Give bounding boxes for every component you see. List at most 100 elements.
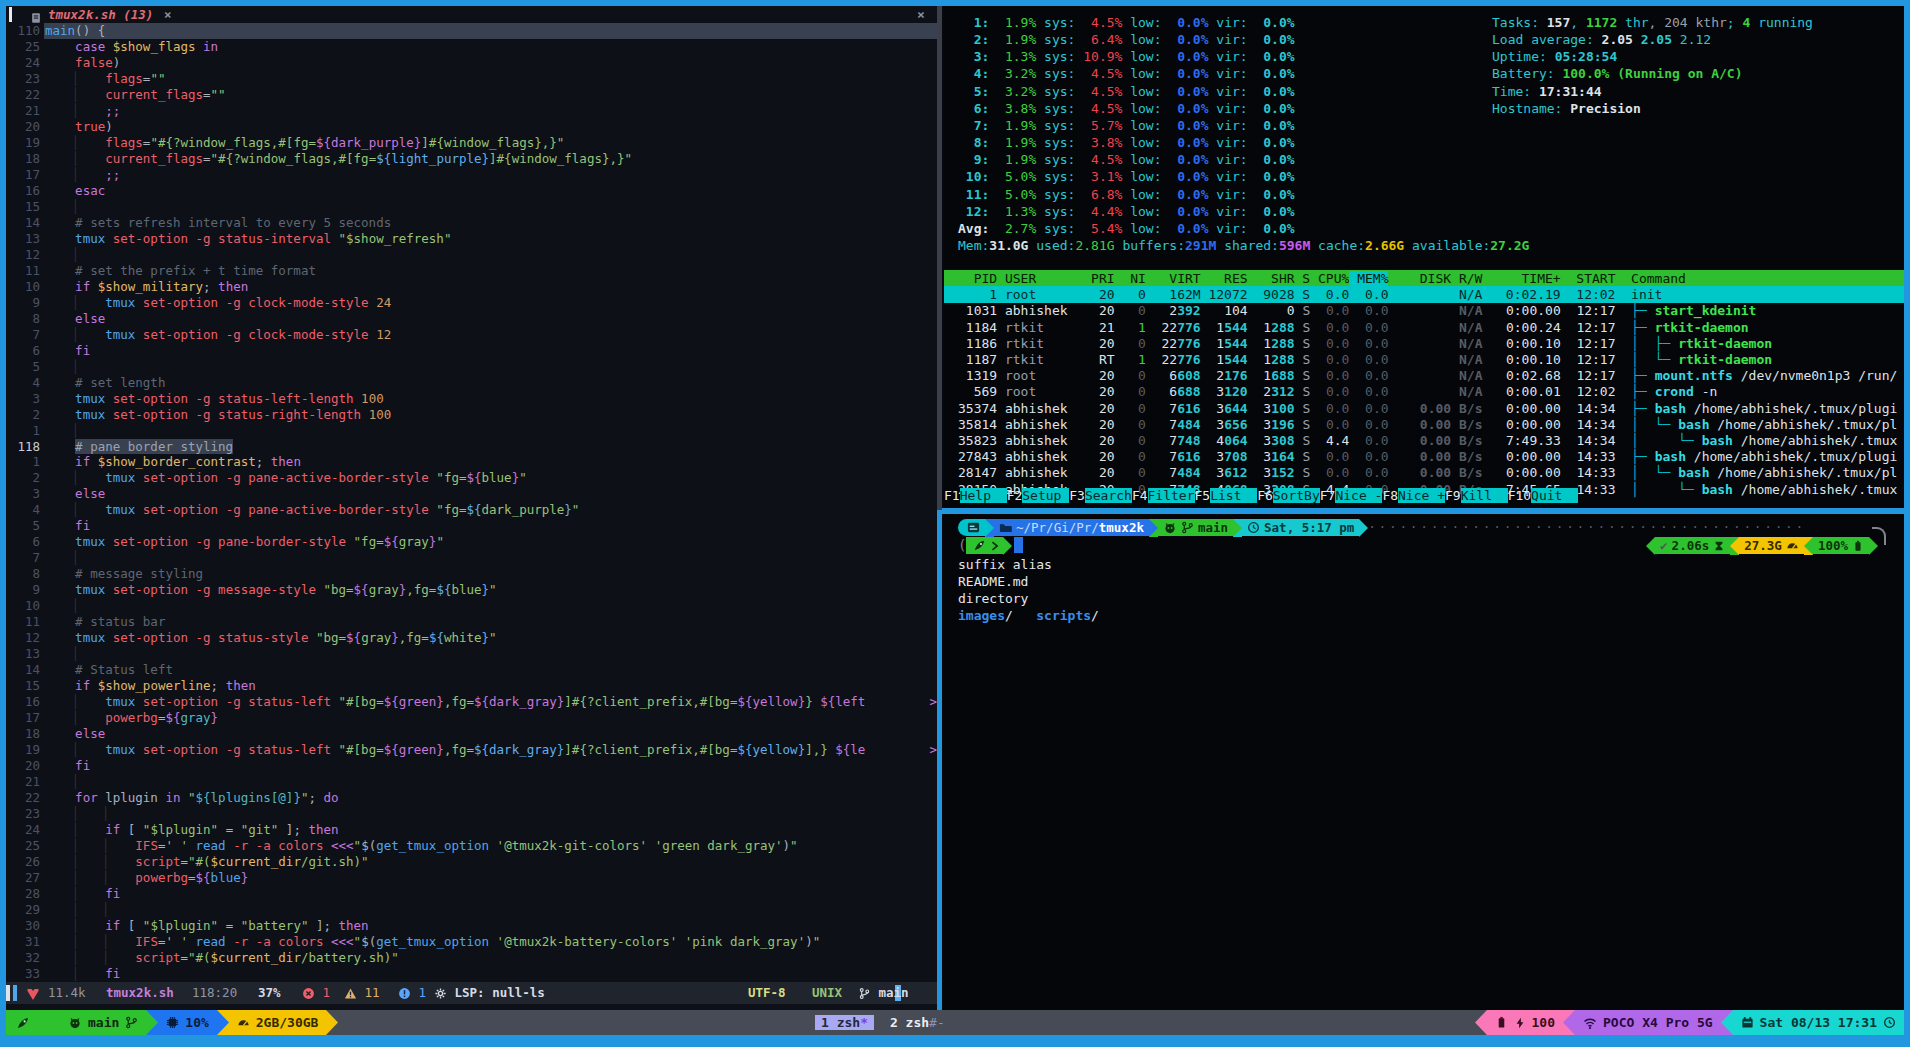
code-line[interactable]: 10 if $show_military; then (6, 279, 937, 295)
process-row[interactable]: 1319 root 20 0 6608 2176 1688 S 0.0 0.0 … (958, 367, 1904, 384)
editor-statusline: 11.4ktmux2k.sh118:2037% 1 11 1 LSP: null… (6, 982, 937, 1004)
fkey-F1[interactable]: F1 (944, 488, 960, 503)
code-line[interactable]: 18 else (6, 726, 937, 742)
cpu-meter-6: 6: 3.8% sys: 4.5% low: 0.0% vir: 0.0% (958, 100, 1295, 117)
process-row[interactable]: 28147 abhishek 20 0 7484 3612 3152 S 0.0… (958, 464, 1904, 481)
prompt-line-2[interactable]: ( (958, 537, 1023, 554)
code-line[interactable]: 30 ▏ if [ "$lplugin" = "battery" ]; then (6, 918, 937, 934)
code-line[interactable]: 6 tmux set-option -g pane-border-style "… (6, 534, 937, 550)
code-line[interactable]: 3 tmux set-option -g status-left-length … (6, 391, 937, 407)
code-line[interactable]: 14 # sets refresh interval to every 5 se… (6, 215, 937, 231)
code-line[interactable]: 11 # set the prefix + t time format (6, 263, 937, 279)
pane-divider-vertical-active[interactable] (937, 510, 942, 1010)
prompt-path: ~/Pr/Gi/Pr/tmux2k (994, 519, 1149, 536)
code-line[interactable]: 19 ▏ tmux set-option -g status-left "#[b… (6, 742, 937, 758)
code-line[interactable]: 10 ▏ (6, 598, 937, 614)
code-line[interactable]: 4 ▏ tmux set-option -g pane-active-borde… (6, 502, 937, 518)
code-line[interactable]: 9 ▏ tmux set-option -g clock-mode-style … (6, 295, 937, 311)
terminal-pane[interactable]: ~/Pr/Gi/Pr/tmux2kmainSat, 5:17 pm·······… (944, 514, 1904, 1010)
code-line[interactable]: 8 # message styling (6, 566, 937, 582)
code-line[interactable]: 13 tmux set-option -g status-interval "$… (6, 231, 937, 247)
fkey-F10[interactable]: F10 (1508, 488, 1531, 503)
code-line[interactable]: 8 else (6, 311, 937, 327)
code-line[interactable]: 28 ▏ fi (6, 886, 937, 902)
code-line[interactable]: 15 if $show_powerline; then (6, 678, 937, 694)
code-line[interactable]: 1 if $show_border_contrast; then (6, 454, 937, 470)
code-line[interactable]: 18 ▏ current_flags="#{?window_flags,#[fg… (6, 151, 937, 167)
process-table-header[interactable]: PID USER PRI NI VIRT RES SHR S CPU% MEM%… (944, 270, 1904, 287)
code-line[interactable]: 29 ▏ ▏ (6, 902, 937, 918)
code-area[interactable]: 110main() {25 case $show_flags in24 fals… (6, 6, 937, 1010)
fkey-F9[interactable]: F9 (1445, 488, 1461, 503)
code-line[interactable]: 23 ▏ flags="" (6, 71, 937, 87)
process-row[interactable]: 569 root 20 0 6688 3120 2312 S 0.0 0.0 N… (958, 383, 1904, 400)
process-row[interactable]: 1184 rtkit 21 1 22776 1544 1288 S 0.0 0.… (958, 319, 1904, 336)
code-line[interactable]: 14 # Status left (6, 662, 937, 678)
process-row[interactable]: 1186 rtkit 20 0 22776 1544 1288 S 0.0 0.… (958, 335, 1904, 352)
process-row-selected[interactable]: 1 root 20 0 162M 12072 9028 S 0.0 0.0 N/… (944, 286, 1904, 303)
htop-function-keys[interactable]: F1Help F2Setup F3SearchF4FilterF5List F6… (944, 487, 1904, 504)
code-line[interactable]: 26 ▏ ▏ script="#($current_dir/git.sh)" (6, 854, 937, 870)
code-line[interactable]: 32 ▏ ▏ script="#($current_dir/battery.sh… (6, 950, 937, 966)
pane-divider-vertical[interactable] (937, 6, 942, 510)
code-line[interactable]: 12 tmux set-option -g status-style "bg=$… (6, 630, 937, 646)
code-line[interactable]: 118 # pane border styling (6, 439, 937, 455)
code-line[interactable]: 4 # set length (6, 375, 937, 391)
tmux-window-list[interactable]: 1 zsh* 2 zsh#- (815, 1010, 951, 1035)
code-line[interactable]: 16 esac (6, 183, 937, 199)
code-line[interactable]: 3 else (6, 486, 937, 502)
process-row[interactable]: 1031 abhishek 20 0 2392 104 0 S 0.0 0.0 … (958, 302, 1904, 319)
code-line[interactable]: 15 ▏ (6, 199, 937, 215)
editor-pane[interactable]: tmux2k.sh (13) × × 110main() {25 case $s… (6, 6, 937, 1010)
fkey-F3[interactable]: F3 (1069, 488, 1085, 503)
process-row[interactable]: 1187 rtkit RT 1 22776 1544 1288 S 0.0 0.… (958, 351, 1904, 368)
code-line[interactable]: 27 ▏ ▏ powerbg=${blue} (6, 870, 937, 886)
code-line[interactable]: 12 ▏ (6, 247, 937, 263)
code-line[interactable]: 9 tmux set-option -g message-style "bg=$… (6, 582, 937, 598)
code-line[interactable]: 7 ▏ (6, 550, 937, 566)
code-line[interactable]: 33 ▏ fi (6, 966, 937, 982)
code-line[interactable]: 20 fi (6, 758, 937, 774)
code-line[interactable]: 23 ▏ ▏ (6, 806, 937, 822)
code-line[interactable]: 20 true) (6, 119, 937, 135)
code-line[interactable]: 24 false) (6, 55, 937, 71)
htop-pane[interactable]: 1: 1.9% sys: 4.5% low: 0.0% vir: 0.0% 2:… (944, 6, 1904, 508)
fkey-F2[interactable]: F2 (1007, 488, 1023, 503)
diagnostics-info: 1 (398, 982, 426, 1004)
code-line[interactable]: 24 ▏ if [ "$lplugin" = "git" ]; then (6, 822, 937, 838)
code-line[interactable]: 13 ▏ (6, 646, 937, 662)
fkey-F4[interactable]: F4 (1132, 488, 1148, 503)
code-line[interactable]: 25 case $show_flags in (6, 39, 937, 55)
code-line[interactable]: 11 # status bar (6, 614, 937, 630)
code-line[interactable]: 25 ▏ ▏ IFS=' ' read -r -a colors <<<"$(g… (6, 838, 937, 854)
process-row[interactable]: 27843 abhishek 20 0 7616 3708 3164 S 0.0… (958, 448, 1904, 465)
tmux-window-2[interactable]: 2 zsh#- (884, 1015, 951, 1030)
fkey-F5[interactable]: F5 (1195, 488, 1211, 503)
code-line[interactable]: 7 ▏ tmux set-option -g clock-mode-style … (6, 327, 937, 343)
fkey-F6[interactable]: F6 (1257, 488, 1273, 503)
code-line[interactable]: 16 ▏ tmux set-option -g status-left "#[b… (6, 694, 937, 710)
code-line[interactable]: 21 ▏ ;; (6, 103, 937, 119)
process-row[interactable]: 35814 abhishek 20 0 7484 3656 3196 S 0.0… (958, 416, 1904, 433)
code-line[interactable]: 1 ▏ (6, 423, 937, 439)
code-line[interactable]: 31 ▏ ▏ IFS=' ' read -r -a colors <<<"$(g… (6, 934, 937, 950)
fkey-F7[interactable]: F7 (1320, 488, 1336, 503)
tmux-window-1[interactable]: 1 zsh* (815, 1015, 874, 1030)
code-line[interactable]: 21 ▏ (6, 774, 937, 790)
word-count: 11.4k (48, 982, 86, 1004)
code-line[interactable]: 19 ▏ flags="#{?window_flags,#[fg=${dark_… (6, 135, 937, 151)
code-line[interactable]: 2 tmux set-option -g status-right-length… (6, 407, 937, 423)
fkey-F8[interactable]: F8 (1382, 488, 1398, 503)
code-line[interactable]: 6 fi (6, 343, 937, 359)
code-line[interactable]: 22 for lplugin in "${lplugins[@]}"; do (6, 790, 937, 806)
tmux-cpu-segment: 10% (158, 1010, 216, 1035)
code-line[interactable]: 17 ▏ powerbg=${gray} (6, 710, 937, 726)
code-line[interactable]: 5 ▏ (6, 359, 937, 375)
code-line[interactable]: 2 ▏ tmux set-option -g pane-active-borde… (6, 470, 937, 486)
code-line[interactable]: 17 ▏ ;; (6, 167, 937, 183)
code-line[interactable]: 5 fi (6, 518, 937, 534)
code-line[interactable]: 22 ▏ current_flags="" (6, 87, 937, 103)
process-row[interactable]: 35823 abhishek 20 0 7748 4064 3308 S 4.4… (958, 432, 1904, 449)
process-row[interactable]: 35374 abhishek 20 0 7616 3644 3100 S 0.0… (958, 400, 1904, 417)
terminal-output-line: README.md (958, 573, 1028, 590)
